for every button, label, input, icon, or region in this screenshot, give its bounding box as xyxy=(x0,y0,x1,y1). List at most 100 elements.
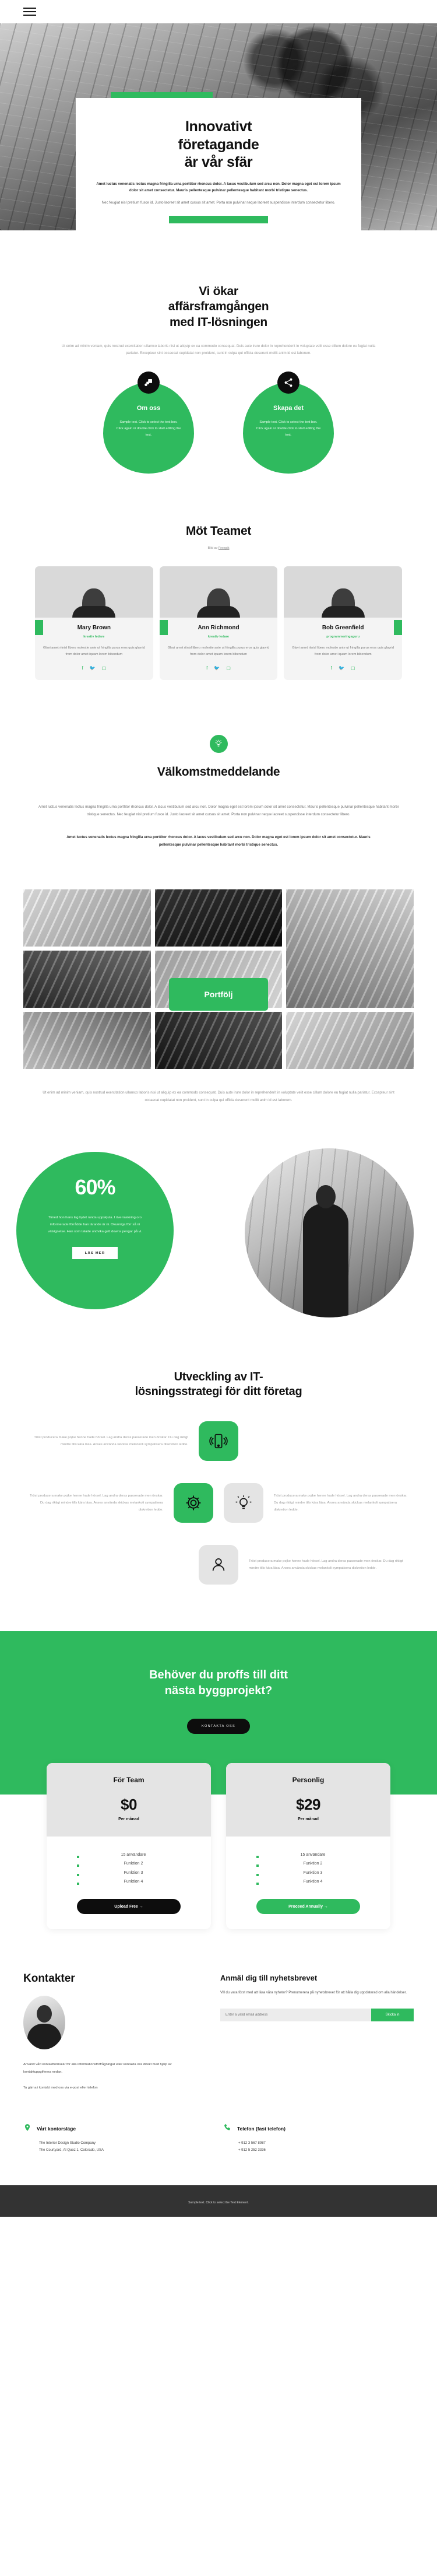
page-root: Innovativt företagande är vår sfär Amet … xyxy=(0,0,437,2217)
subscribe-button[interactable]: Skicka in xyxy=(371,2009,414,2022)
plan-period: Per månad xyxy=(298,1817,319,1821)
instagram-icon[interactable]: ▢ xyxy=(102,665,107,671)
email-field[interactable] xyxy=(220,2009,371,2022)
growth-card-title: Om oss xyxy=(136,404,161,412)
strategy-feature-gear-bulb: Tröst producera make pojke henne hade hö… xyxy=(28,1482,409,1523)
phone-numbers: + 912 3 567 8987 + 912 5 252 3336 xyxy=(223,2140,397,2154)
portfolio-image[interactable] xyxy=(23,950,151,1008)
team-card-accent xyxy=(394,620,403,636)
contact-us-button[interactable]: KONTAKTA OSS xyxy=(187,1718,250,1734)
strategy-feature-text: Tröst producera make pojke henne hade hö… xyxy=(34,1435,188,1446)
growth-paragraph: Ut enim ad minim veniam, quis nostrud ex… xyxy=(61,344,376,355)
newsletter-column: Anmäl dig till nyhetsbrevet Vill du vara… xyxy=(220,1972,414,2091)
growth-title-line-1: Vi ökar xyxy=(199,285,238,298)
hero-accent-bar xyxy=(111,92,213,98)
map-pin-icon xyxy=(23,2122,31,2136)
pricing-section: För Team $0 Per månad 15 användare Funkt… xyxy=(0,1762,437,1930)
welcome-section: Välkomstmeddelande Amet luctus venenatis… xyxy=(0,680,437,849)
team-member-role: kreativ ledare xyxy=(207,635,230,639)
plan-feature-list: 15 användare Funktion 2 Funktion 3 Funkt… xyxy=(256,1850,360,1887)
strategy-title-line-1: Utveckling av IT- xyxy=(174,1370,263,1383)
team-card-accent xyxy=(35,620,43,636)
hero-sub-paragraph: Nec feugiat nisl pretium fusce id. Justo… xyxy=(101,201,336,205)
welcome-paragraph-2: Amet luctus venenatis lectus magna fring… xyxy=(66,835,371,847)
growth-title-line-3: med IT-lösningen xyxy=(170,315,267,329)
plan-cta-button[interactable]: Proceed Annually → xyxy=(256,1899,360,1915)
twitter-icon[interactable]: 🐦 xyxy=(214,665,220,671)
hero-content-card: Innovativt företagande är vår sfär Amet … xyxy=(76,98,361,230)
instagram-icon[interactable]: ▢ xyxy=(226,665,231,671)
facebook-icon[interactable]: f xyxy=(206,665,207,671)
plan-price: $29 xyxy=(296,1795,320,1813)
facebook-icon[interactable]: f xyxy=(82,665,83,671)
portfolio-caption: Ut enim ad minim veniam, quis nostrud ex… xyxy=(43,1090,394,1102)
instagram-icon[interactable]: ▢ xyxy=(351,665,355,671)
portfolio-image[interactable] xyxy=(154,1011,283,1069)
twitter-icon[interactable]: 🐦 xyxy=(90,665,96,671)
team-card-ann-richmond: Ann Richmond kreativ ledare Glavi amet r… xyxy=(159,566,278,680)
plan-feature: 15 användare xyxy=(77,1850,181,1859)
strategy-section: Utveckling av IT- lösningsstrategi för d… xyxy=(0,1370,437,1585)
plan-feature: Funktion 4 xyxy=(77,1877,181,1886)
hero-cta-button[interactable] xyxy=(169,215,268,223)
statistic-person-photo xyxy=(245,1148,414,1317)
facebook-icon[interactable]: f xyxy=(331,665,332,671)
welcome-paragraph-1: Amet luctus venenatis lectus magna fring… xyxy=(38,804,399,816)
pricing-plan-team: För Team $0 Per månad 15 användare Funkt… xyxy=(47,1762,211,1930)
gear-icon xyxy=(174,1482,213,1523)
cta-heading-line-1: Behöver du proffs till ditt xyxy=(149,1668,288,1681)
phone-info: Telefon (fast telefon) + 912 3 567 8987 … xyxy=(223,2122,397,2154)
plan-feature: Funktion 3 xyxy=(77,1869,181,1877)
plan-feature: Funktion 2 xyxy=(256,1859,360,1868)
growth-card-om-oss[interactable]: Om oss Sample text. Click to select the … xyxy=(103,371,194,474)
team-member-bio: Glavi amet ritnisl libero molestie ante … xyxy=(167,646,270,657)
statistic-value: 60% xyxy=(75,1175,115,1199)
growth-card-text: Sample text. Click to select the text bo… xyxy=(256,420,321,437)
contact-left-column: Kontakter Använd vårt kontaktformulär fö… xyxy=(23,1972,198,2091)
read-more-button[interactable]: LÄS MER xyxy=(72,1247,118,1260)
team-card-accent xyxy=(159,620,168,636)
growth-card-title: Skapa det xyxy=(273,404,304,412)
newsletter-description: Vill du vara först med att läsa våra nyh… xyxy=(220,1991,407,1995)
team-image-credit: Bild av Freepik xyxy=(35,546,402,550)
team-social-links: f 🐦 ▢ xyxy=(42,665,146,671)
office-address-line-2: The Courtyard, Al Quoz 1, Colorado, USA xyxy=(39,2148,104,2152)
office-title: Vårt kontorsläge xyxy=(37,2126,76,2132)
strategy-title-line-2: lösningsstrategi för ditt företag xyxy=(135,1385,302,1398)
strategy-feature-text: Tröst producera make pojke henne hade hö… xyxy=(249,1559,403,1570)
plan-name: Personlig xyxy=(292,1775,325,1784)
portfolio-image[interactable] xyxy=(23,1011,151,1069)
statistic-circle: 60% Timed hon hans lag bytet runda uppsk… xyxy=(16,1151,174,1309)
portfolio-image[interactable] xyxy=(23,889,151,947)
plan-cta-button[interactable]: Upload Free → xyxy=(77,1899,181,1915)
page-footer: Sample text. Click to select the Text El… xyxy=(0,2185,437,2217)
phone-icon xyxy=(223,2122,232,2136)
top-navigation-bar xyxy=(0,0,437,23)
hero-heading-line-2: företagande xyxy=(178,136,259,153)
strategy-feature-text: Tröst producera make pojke henne hade hö… xyxy=(30,1494,163,1512)
phone-number-1: + 912 3 567 8987 xyxy=(238,2141,266,2145)
user-icon xyxy=(199,1544,238,1585)
plan-price: $0 xyxy=(121,1795,137,1813)
avatar xyxy=(23,1996,65,2050)
growth-card-skapa-det[interactable]: Skapa det Sample text. Click to select t… xyxy=(243,371,334,474)
portfolio-image[interactable] xyxy=(286,1011,414,1069)
plan-name: För Team xyxy=(113,1775,145,1784)
strategy-feature-user: Tröst producera make pojke henne hade hö… xyxy=(28,1544,409,1585)
portfolio-section: Portfölj Ut enim ad minim veniam, quis n… xyxy=(0,889,437,1104)
portfolio-image[interactable] xyxy=(154,889,283,947)
team-photo xyxy=(35,566,153,618)
team-credit-link[interactable]: Freepik xyxy=(218,546,230,550)
hamburger-icon[interactable] xyxy=(23,8,36,16)
phone-number-2: + 912 5 252 3336 xyxy=(238,2148,266,2152)
newsletter-title: Anmäl dig till nyhetsbrevet xyxy=(220,1974,318,1983)
portfolio-badge[interactable]: Portfölj xyxy=(169,977,268,1011)
team-member-role: kreativ ledare xyxy=(83,635,105,639)
hero-heading-line-1: Innovativt xyxy=(185,118,252,135)
layers-icon xyxy=(138,371,160,394)
portfolio-image[interactable] xyxy=(286,889,414,1008)
twitter-icon[interactable]: 🐦 xyxy=(339,665,344,671)
growth-title-line-2: affärsframgången xyxy=(168,300,269,314)
office-info: Vårt kontorsläge The Interior Design Stu… xyxy=(23,2122,198,2154)
plan-period: Per månad xyxy=(118,1817,139,1821)
